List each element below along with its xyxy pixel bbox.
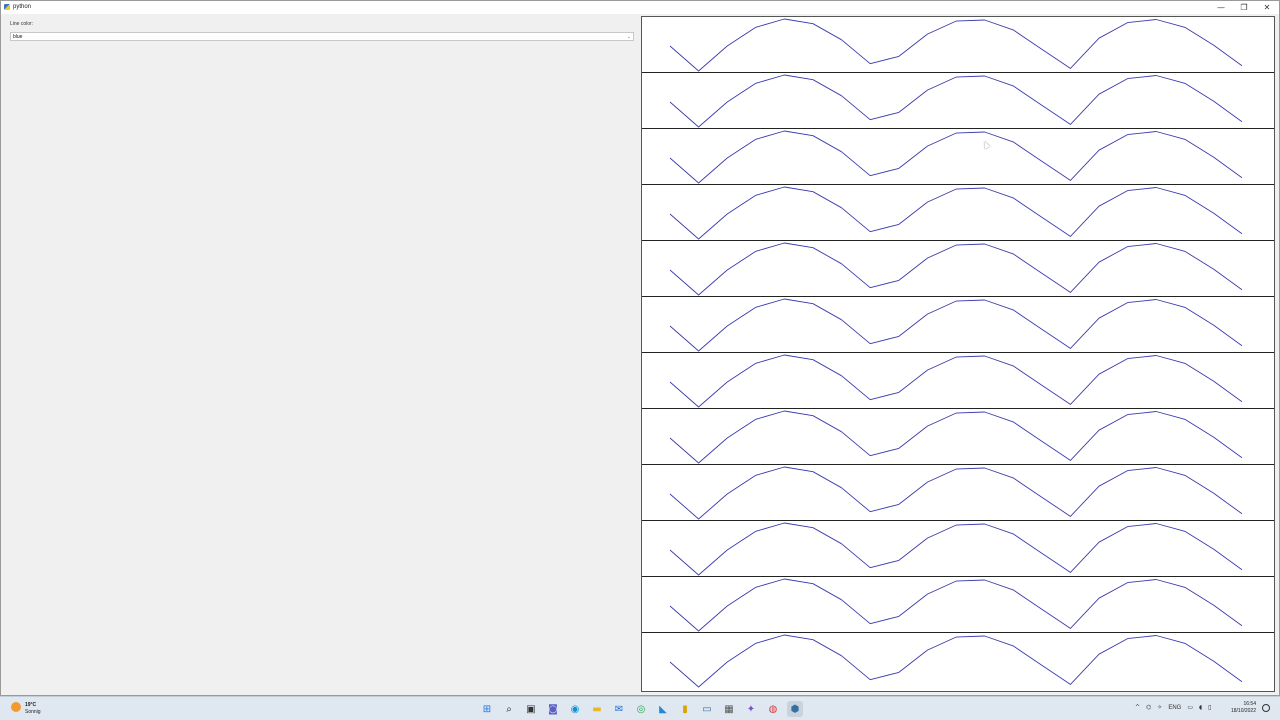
window-title: python: [13, 4, 32, 10]
plot-canvas: [669, 578, 1243, 632]
series-line: [669, 298, 1243, 352]
plot-panel[interactable]: [641, 16, 1275, 692]
plot-canvas: [669, 634, 1243, 688]
plot-1[interactable]: [642, 17, 1274, 73]
plot-canvas: [669, 522, 1243, 576]
app-yellow-icon[interactable]: ▮: [677, 701, 693, 717]
edge-icon[interactable]: ◉: [567, 701, 583, 717]
mail-icon[interactable]: ✉: [611, 701, 627, 717]
plot-canvas: [669, 18, 1243, 72]
plot-canvas: [669, 130, 1243, 184]
plot-canvas: [669, 354, 1243, 408]
series-line: [669, 578, 1243, 632]
plot-5[interactable]: [642, 241, 1274, 297]
series-line: [669, 354, 1243, 408]
tray-chevron-icon[interactable]: ^: [1135, 704, 1140, 711]
plot-4[interactable]: [642, 185, 1274, 241]
app-red-icon[interactable]: ◍: [765, 701, 781, 717]
series-line: [669, 18, 1243, 72]
series-line: [669, 466, 1243, 520]
monitor-icon[interactable]: ▭: [1187, 704, 1193, 711]
system-tray: ^ ⌬ ✧ ENG ▭ ◖ ▯: [1135, 704, 1211, 711]
taskbar: 19°C Sonnig ⊞ ⌕ ▣ ◙ ◉ ▬ ✉ ◎ ◣ ▮ ▭ ▦ ✦ ◍ ⬢ ^ ⌬ ✧ ENG ▭ …: [0, 696, 1280, 720]
python-app-icon[interactable]: ⬢: [787, 701, 803, 717]
maximize-button[interactable]: ❐: [1233, 1, 1255, 14]
plot-canvas: [669, 410, 1243, 464]
clock-time: 16:54: [1243, 701, 1256, 707]
plot-8[interactable]: [642, 409, 1274, 465]
series-line: [669, 522, 1243, 576]
calculator-icon[interactable]: ▦: [721, 701, 737, 717]
line-color-value: blue: [13, 34, 23, 40]
title-bar[interactable]: python — ❐ ✕: [1, 1, 1279, 14]
weather-sun-icon[interactable]: [11, 702, 21, 712]
app-monitor-icon[interactable]: ▭: [699, 701, 715, 717]
close-button[interactable]: ✕: [1256, 1, 1278, 14]
plot-canvas: [669, 298, 1243, 352]
plot-10[interactable]: [642, 521, 1274, 577]
plot-canvas: [669, 74, 1243, 128]
language-indicator[interactable]: ENG: [1168, 705, 1181, 711]
weather-description[interactable]: Sonnig: [25, 709, 41, 715]
chat-icon[interactable]: ◙: [545, 701, 561, 717]
search-icon[interactable]: ⌕: [501, 701, 517, 717]
battery-icon[interactable]: ▯: [1208, 704, 1211, 711]
clock-date: 18/10/2022: [1230, 708, 1256, 714]
series-line: [669, 130, 1243, 184]
series-line: [669, 634, 1243, 688]
notification-icon[interactable]: [1262, 704, 1270, 712]
system-clock[interactable]: 16:54 18/10/2022: [1228, 701, 1256, 715]
line-color-dropdown[interactable]: blue ⌄: [10, 32, 634, 41]
vscode-icon[interactable]: ◣: [655, 701, 671, 717]
plot-canvas: [669, 466, 1243, 520]
volume-icon[interactable]: ◖: [1199, 704, 1202, 711]
chevron-down-icon: ⌄: [626, 34, 631, 40]
python-icon: [4, 4, 10, 10]
series-line: [669, 186, 1243, 240]
windows-start-icon[interactable]: ⊞: [479, 701, 495, 717]
series-line: [669, 410, 1243, 464]
network-icon[interactable]: ⌬: [1146, 704, 1151, 711]
plot-12[interactable]: [642, 633, 1274, 689]
plot-6[interactable]: [642, 297, 1274, 353]
app-purple-icon[interactable]: ✦: [743, 701, 759, 717]
plot-canvas: [669, 186, 1243, 240]
weather-temperature[interactable]: 19°C: [25, 702, 36, 708]
line-color-label: Line color:: [10, 21, 34, 27]
plot-11[interactable]: [642, 577, 1274, 633]
plot-3[interactable]: [642, 129, 1274, 185]
chrome-icon[interactable]: ◎: [633, 701, 649, 717]
plot-2[interactable]: [642, 73, 1274, 129]
series-line: [669, 242, 1243, 296]
file-explorer-icon[interactable]: ▬: [589, 701, 605, 717]
plot-9[interactable]: [642, 465, 1274, 521]
task-view-icon[interactable]: ▣: [523, 701, 539, 717]
plot-canvas: [669, 242, 1243, 296]
minimize-button[interactable]: —: [1210, 1, 1232, 14]
taskbar-apps: ⊞ ⌕ ▣ ◙ ◉ ▬ ✉ ◎ ◣ ▮ ▭ ▦ ✦ ◍ ⬢: [479, 701, 803, 717]
tray-app-icon[interactable]: ✧: [1157, 704, 1162, 711]
plot-7[interactable]: [642, 353, 1274, 409]
series-line: [669, 74, 1243, 128]
